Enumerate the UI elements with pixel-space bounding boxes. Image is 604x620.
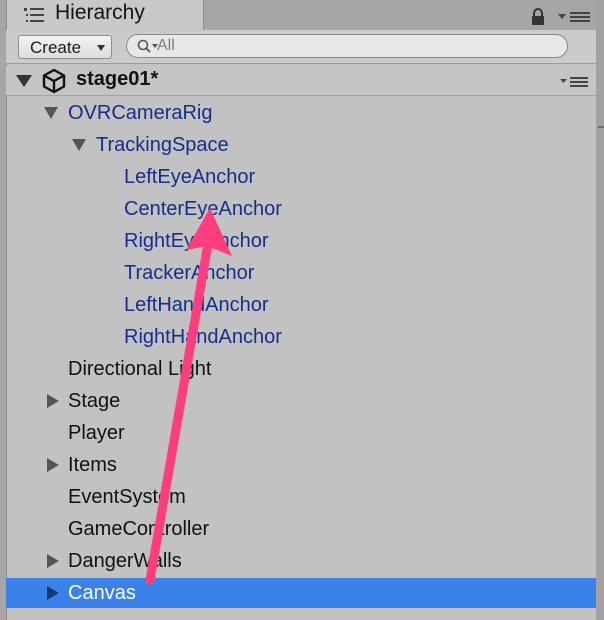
scene-name: stage01* [76,68,159,90]
collapsed-arrow-icon[interactable] [46,458,60,472]
tree-item-label: LeftHandAnchor [124,294,269,316]
tree-item[interactable]: GameController [6,514,596,544]
tree-item[interactable]: DangerWalls [6,546,596,576]
tree-item[interactable]: TrackingSpace [6,130,596,160]
tree-item-label: Items [68,454,117,476]
tree-item[interactable]: RightEyeAnchor [6,226,596,256]
tree-item-label: LeftEyeAnchor [124,166,256,188]
scene-menu-icon[interactable] [560,76,590,88]
tree-item-label: RightEyeAnchor [124,230,269,252]
collapsed-arrow-icon[interactable] [46,394,60,408]
tree-item[interactable]: Items [6,450,596,480]
tree-item[interactable]: RightHandAnchor [6,322,596,352]
tree-item[interactable]: Player [6,418,596,448]
hierarchy-toolbar: Create [6,30,596,64]
collapsed-arrow-icon[interactable] [46,586,60,600]
expanded-arrow-icon[interactable] [16,74,32,88]
tree-item-label: TrackerAnchor [124,262,255,284]
scene-header[interactable]: stage01* [6,66,596,96]
tree-item[interactable]: EventSystem [6,482,596,512]
window-edge-mark [598,126,604,128]
tree-item[interactable]: TrackerAnchor [6,258,596,288]
expanded-arrow-icon[interactable] [72,138,86,152]
window-edge [596,0,604,620]
tree-item[interactable]: OVRCameraRig [6,98,596,128]
tree-item-label: Player [68,422,125,444]
create-button-label: Create [30,38,82,57]
unity-icon [42,68,66,94]
tree-item-label: CenterEyeAnchor [124,198,282,220]
create-button[interactable]: Create [18,35,112,59]
hierarchy-tab[interactable]: Hierarchy [6,0,204,30]
tree-item-label: TrackingSpace [96,134,229,156]
tab-title: Hierarchy [55,1,145,24]
tree-item-label: GameController [68,518,210,540]
tree-item[interactable]: CenterEyeAnchor [6,194,596,224]
tree-item-label: Directional Light [68,358,212,380]
panel-menu-icon[interactable] [556,10,596,24]
lock-icon[interactable] [530,8,546,26]
collapsed-arrow-icon[interactable] [46,554,60,568]
tree-item[interactable]: LeftHandAnchor [6,290,596,320]
dropdown-arrow-icon [97,45,105,51]
tree-item-label: OVRCameraRig [68,102,213,124]
tree-item[interactable]: Stage [6,386,596,416]
tree-item-label: EventSystem [68,486,186,508]
tree-item[interactable]: Canvas [6,578,596,608]
tree-item[interactable]: Directional Light [6,354,596,384]
expanded-arrow-icon[interactable] [44,106,58,120]
tree-item-label: DangerWalls [68,550,182,572]
tree-item-label: Stage [68,390,121,412]
tree-item-label: Canvas [68,582,136,604]
tree-item[interactable]: LeftEyeAnchor [6,162,596,192]
tree-item-label: RightHandAnchor [124,326,282,348]
window-tab-bar: Hierarchy [0,0,604,30]
list-icon [24,8,44,22]
search-field[interactable] [126,34,568,58]
search-input[interactable] [157,36,547,56]
